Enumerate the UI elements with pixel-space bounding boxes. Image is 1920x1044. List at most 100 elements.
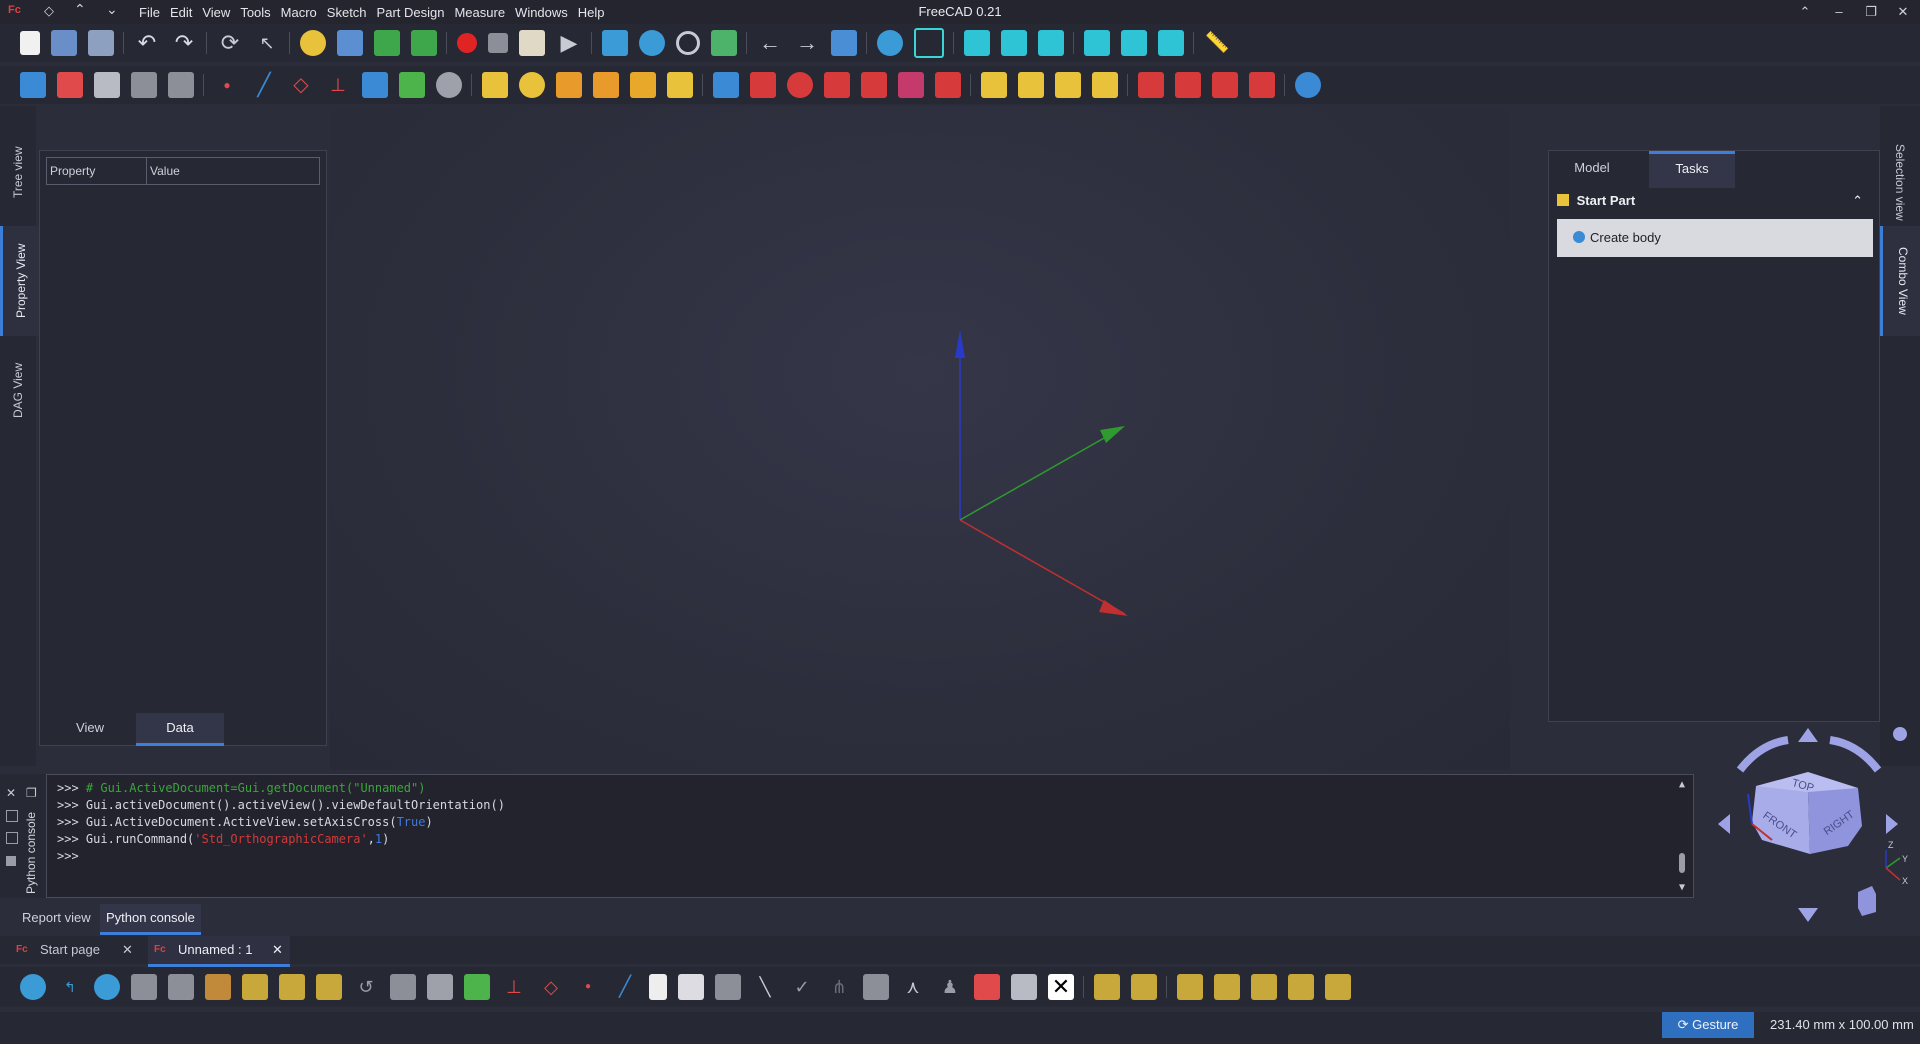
create-body-button[interactable]: Create body xyxy=(1557,219,1873,257)
whats-this-icon[interactable]: ↖ xyxy=(254,30,280,56)
dock-icon-1[interactable] xyxy=(6,810,18,822)
check-icon[interactable]: ✓ xyxy=(789,974,815,1000)
subtractive-helix-icon[interactable] xyxy=(898,72,924,98)
record-macro-icon[interactable] xyxy=(457,33,477,53)
right-view-icon[interactable] xyxy=(1038,30,1064,56)
column-value[interactable]: Value xyxy=(147,158,319,184)
restore-button[interactable]: ❐ xyxy=(1860,2,1882,22)
link-actions-icon[interactable] xyxy=(411,30,437,56)
tab-tasks[interactable]: Tasks xyxy=(1649,151,1735,188)
collapse-chevron-icon[interactable]: ⌃ xyxy=(1852,193,1863,209)
sketch-icon[interactable] xyxy=(57,72,83,98)
multi-transform-icon[interactable] xyxy=(1092,72,1118,98)
datum-line-icon[interactable]: ╱ xyxy=(251,72,277,98)
tab-data[interactable]: Data xyxy=(136,713,224,746)
ruler-icon[interactable]: ╲ xyxy=(752,974,778,1000)
subshape-binder-icon[interactable] xyxy=(464,974,490,1000)
plane-icon[interactable]: ◇ xyxy=(538,974,564,1000)
document-icon[interactable] xyxy=(649,974,667,1000)
close-tab-icon[interactable]: ✕ xyxy=(272,936,283,964)
validate-2-icon[interactable] xyxy=(1011,974,1037,1000)
bounding-box-icon[interactable] xyxy=(711,30,737,56)
zoom-icon[interactable] xyxy=(877,30,903,56)
navigation-style-button[interactable]: ⟳ Gesture xyxy=(1662,1012,1754,1038)
task-section-start-part[interactable]: Start Part ⌃ xyxy=(1557,193,1871,215)
doc-tab-unnamed[interactable]: Fc Unnamed : 1 ✕ xyxy=(148,936,290,967)
clone-icon[interactable] xyxy=(168,72,194,98)
shape-binder-icon[interactable] xyxy=(131,72,157,98)
subtractive-pipe-icon[interactable] xyxy=(861,72,887,98)
line-icon[interactable]: ╱ xyxy=(612,974,638,1000)
validate-sketch-icon[interactable] xyxy=(94,72,120,98)
chamfer-icon[interactable] xyxy=(1175,72,1201,98)
thickness-icon[interactable] xyxy=(1249,72,1275,98)
tab-report-view[interactable]: Report view xyxy=(16,904,97,932)
pad-icon[interactable] xyxy=(482,72,508,98)
bottom-view-icon[interactable] xyxy=(1121,30,1147,56)
redo-icon[interactable]: ↷ xyxy=(171,30,197,56)
mirrored-icon[interactable] xyxy=(981,72,1007,98)
navigation-icon[interactable] xyxy=(831,30,857,56)
console-scrollbar[interactable]: ▲ ▼ xyxy=(1675,779,1689,893)
front-view-icon[interactable] xyxy=(964,30,990,56)
dock-icon-3[interactable] xyxy=(6,856,16,866)
fit-all-icon[interactable] xyxy=(602,30,628,56)
draft-icon[interactable] xyxy=(1212,72,1238,98)
zoom-icon[interactable] xyxy=(20,974,46,1000)
box-icon[interactable] xyxy=(427,974,453,1000)
minimize-button[interactable]: – xyxy=(1828,2,1850,22)
dock-icon-2[interactable] xyxy=(6,832,18,844)
navigation-cube[interactable]: TOP FRONT RIGHT Z X Y xyxy=(1710,722,1916,928)
left-view-icon[interactable] xyxy=(1158,30,1184,56)
group-icon[interactable] xyxy=(715,974,741,1000)
mirror-sketch-icon[interactable]: ↺ xyxy=(353,974,379,1000)
macros-icon[interactable] xyxy=(519,30,545,56)
scroll-up-icon[interactable]: ▲ xyxy=(1675,779,1689,790)
view-section-icon[interactable] xyxy=(168,974,194,1000)
point-icon[interactable]: ● xyxy=(575,974,601,1000)
sync-icon[interactable] xyxy=(94,974,120,1000)
shape-binder-2-icon[interactable] xyxy=(362,72,388,98)
sketch-icon[interactable] xyxy=(974,974,1000,1000)
tab-model[interactable]: Model xyxy=(1549,151,1635,185)
measure-3d-icon[interactable] xyxy=(1288,974,1314,1000)
tab-combo-view[interactable]: Combo View xyxy=(1880,226,1920,336)
undo-icon[interactable]: ↶ xyxy=(134,30,160,56)
measure-icon[interactable]: 📏 xyxy=(1204,30,1230,56)
3d-viewport[interactable] xyxy=(330,106,1510,770)
doc-tab-start-page[interactable]: Fc Start page ✕ xyxy=(12,936,142,964)
subtractive-primitive-icon[interactable] xyxy=(935,72,961,98)
measure-angular-icon[interactable] xyxy=(1131,974,1157,1000)
column-property[interactable]: Property xyxy=(47,158,147,184)
stop-macro-icon[interactable] xyxy=(488,33,508,53)
close-button[interactable]: ✕ xyxy=(1892,2,1914,22)
forward-icon[interactable]: → xyxy=(794,30,820,56)
tab-tree-view[interactable]: Tree view xyxy=(0,130,36,214)
measure-toggle-icon[interactable] xyxy=(1251,974,1277,1000)
back-icon[interactable]: ← xyxy=(757,30,783,56)
chess-icon[interactable]: ♟ xyxy=(937,974,963,1000)
link-icon[interactable] xyxy=(374,30,400,56)
local-cs-icon[interactable]: ⊥ xyxy=(325,72,351,98)
tab-python-console[interactable]: Python console xyxy=(100,904,201,935)
tab-view[interactable]: View xyxy=(46,713,134,743)
fillet-icon[interactable] xyxy=(1138,72,1164,98)
draw-style-icon[interactable] xyxy=(676,31,700,55)
folder-icon[interactable] xyxy=(337,30,363,56)
polar-pattern-icon[interactable] xyxy=(1055,72,1081,98)
revolution-icon[interactable] xyxy=(519,72,545,98)
save-icon[interactable] xyxy=(88,30,114,56)
new-file-icon[interactable] xyxy=(20,31,40,55)
constraint-icon[interactable] xyxy=(863,974,889,1000)
coordinate-system-icon[interactable]: ⊥ xyxy=(501,974,527,1000)
additive-helix-icon[interactable] xyxy=(630,72,656,98)
additive-loft-icon[interactable] xyxy=(556,72,582,98)
map-sketch-icon[interactable] xyxy=(205,974,231,1000)
open-file-icon[interactable] xyxy=(51,30,77,56)
symmetry-icon[interactable]: ⋔ xyxy=(826,974,852,1000)
subtractive-loft-icon[interactable] xyxy=(824,72,850,98)
isometric-icon[interactable] xyxy=(914,28,944,58)
tab-property-view[interactable]: Property View xyxy=(0,226,39,336)
view-sketch-icon[interactable] xyxy=(131,974,157,1000)
top-view-icon[interactable] xyxy=(1001,30,1027,56)
